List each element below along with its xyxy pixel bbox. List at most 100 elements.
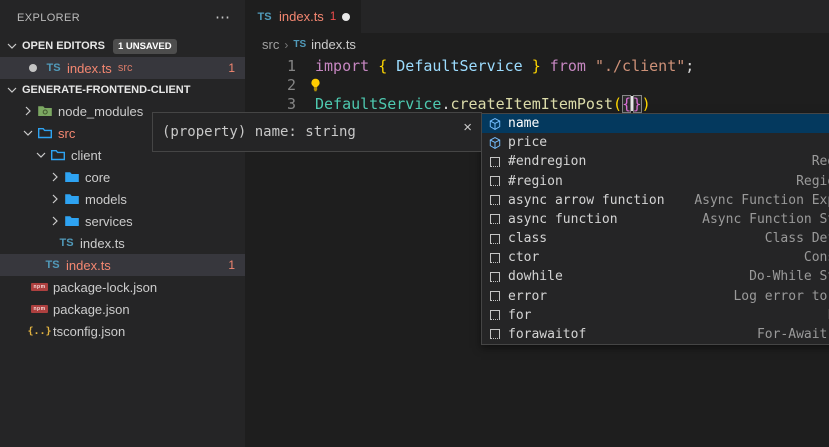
typescript-file-icon: TS (45, 60, 62, 76)
breadcrumb: src › TS index.ts (245, 33, 356, 56)
tree-item-package-json[interactable]: npm package.json (0, 298, 245, 320)
tab-bar: TS index.ts 1 (245, 0, 829, 33)
tree-item-package-lock-json[interactable]: npm package-lock.json (0, 276, 245, 298)
code-text: import { DefaultService } from "./client… (315, 57, 694, 76)
close-icon[interactable]: × (463, 120, 472, 135)
suggest-item-async-arrow-function[interactable]: async arrow function Async Function Expr… (482, 191, 829, 210)
open-editors-header[interactable]: OPEN EDITORS 1 UNSAVED (0, 35, 245, 57)
folder-node-modules-icon (36, 103, 53, 119)
snippet-icon (487, 308, 503, 322)
suggest-detail: Do-While Statement (749, 269, 829, 284)
suggest-widget: name price #endregion Region End #region… (481, 113, 829, 345)
line-number: 2 (245, 76, 296, 95)
workspace-root-header[interactable]: GENERATE-FRONTEND-CLIENT (0, 79, 245, 100)
tree-item-label: services (85, 214, 133, 229)
more-actions-icon[interactable]: ⋯ (215, 13, 231, 23)
explorer-title: EXPLORER (17, 12, 80, 24)
suggest-item-error[interactable]: error Log error to console (482, 287, 829, 306)
chevron-right-icon (20, 103, 36, 119)
json-file-icon: {..} (31, 323, 48, 339)
tab-problem-count: 1 (330, 11, 336, 23)
tab-modified-dot-icon[interactable] (342, 13, 350, 21)
snippet-icon (487, 270, 503, 284)
suggest-item-ctor[interactable]: ctor Constructor (482, 248, 829, 267)
problem-count-badge: 1 (228, 61, 235, 75)
suggest-item-endregion[interactable]: #endregion Region End (482, 152, 829, 171)
breadcrumb-folder[interactable]: src (262, 37, 279, 52)
open-editors-label: OPEN EDITORS (22, 40, 105, 52)
tree-item-label: package-lock.json (53, 280, 157, 295)
folder-icon (63, 191, 80, 207)
folder-open-icon (36, 125, 53, 141)
suggest-label: #endregion (508, 154, 586, 169)
snippet-icon (487, 155, 503, 169)
tree-item-services[interactable]: services (0, 210, 245, 232)
code-line-1[interactable]: 1 import { DefaultService } from "./clie… (245, 57, 694, 76)
suggest-item-for[interactable]: for For Loop (482, 306, 829, 325)
typescript-file-icon: TS (58, 235, 75, 251)
matched-bracket: } (633, 95, 642, 113)
tab-title: index.ts (279, 9, 324, 24)
tree-item-src-index-ts[interactable]: TS index.ts 1 (0, 254, 245, 276)
suggest-label: for (508, 308, 531, 323)
typescript-file-icon: TS (256, 9, 273, 25)
tree-item-label: core (85, 170, 110, 185)
suggest-item-forawaitof[interactable]: forawaitof For-Await-Of Loop (482, 325, 829, 344)
suggest-label: ctor (508, 250, 539, 265)
suggest-label: class (508, 231, 547, 246)
suggest-detail: Log error to console (733, 289, 829, 304)
tree-item-label: tsconfig.json (53, 324, 125, 339)
snippet-icon (487, 251, 503, 265)
tree-item-tsconfig-json[interactable]: {..} tsconfig.json (0, 320, 245, 342)
lightbulb-icon[interactable] (309, 78, 322, 96)
breadcrumb-file[interactable]: index.ts (311, 37, 356, 52)
suggest-detail: Async Function Expression (694, 193, 829, 208)
suggest-item-async-function[interactable]: async function Async Function Statement (482, 210, 829, 229)
explorer-sidebar: EXPLORER ⋯ OPEN EDITORS 1 UNSAVED TS ind… (0, 0, 245, 447)
tree-item-label: client (71, 148, 101, 163)
suggest-detail: Region Start (796, 174, 829, 189)
snippet-icon (487, 212, 503, 226)
suggest-detail: Constructor (804, 250, 829, 265)
suggest-item-price[interactable]: price (482, 133, 829, 152)
open-editor-item-index-ts[interactable]: TS index.ts src 1 (0, 57, 245, 79)
field-icon (487, 136, 503, 150)
folder-open-icon (49, 147, 66, 163)
snippet-icon (487, 327, 503, 341)
workspace-root-label: GENERATE-FRONTEND-CLIENT (22, 84, 190, 96)
tree-item-models[interactable]: models (0, 188, 245, 210)
npm-file-icon: npm (31, 279, 48, 295)
tree-item-core[interactable]: core (0, 166, 245, 188)
snippet-icon (487, 174, 503, 188)
sidebar-header: EXPLORER ⋯ (0, 0, 245, 35)
tree-item-client-index-ts[interactable]: TS index.ts (0, 232, 245, 254)
snippet-icon (487, 193, 503, 207)
matched-bracket: { (622, 95, 631, 113)
npm-file-icon: npm (31, 301, 48, 317)
suggest-label: dowhile (508, 269, 563, 284)
suggest-label: async function (508, 212, 618, 227)
hover-text: (property) name: string (162, 124, 356, 140)
chevron-right-icon (47, 169, 63, 185)
suggest-label: name (508, 116, 539, 131)
chevron-down-icon (4, 82, 20, 98)
unsaved-badge: 1 UNSAVED (113, 39, 177, 54)
snippet-icon (487, 232, 503, 246)
suggest-label: price (508, 135, 547, 150)
suggest-label: error (508, 289, 547, 304)
suggest-docs-panel: (property) name: string × (152, 112, 482, 152)
tree-item-label: node_modules (58, 104, 143, 119)
suggest-label: async arrow function (508, 193, 665, 208)
folder-icon (63, 213, 80, 229)
line-number: 1 (245, 57, 296, 76)
suggest-item-name[interactable]: name (482, 114, 829, 133)
suggest-item-dowhile[interactable]: dowhile Do-While Statement (482, 267, 829, 286)
tree-item-label: models (85, 192, 127, 207)
breadcrumb-separator-icon: › (284, 38, 288, 52)
chevron-right-icon (47, 213, 63, 229)
suggest-detail: For-Await-Of Loop (757, 327, 829, 342)
suggest-item-region[interactable]: #region Region Start (482, 172, 829, 191)
folder-icon (63, 169, 80, 185)
tab-index-ts[interactable]: TS index.ts 1 (245, 0, 361, 33)
suggest-item-class[interactable]: class Class Definition (482, 229, 829, 248)
